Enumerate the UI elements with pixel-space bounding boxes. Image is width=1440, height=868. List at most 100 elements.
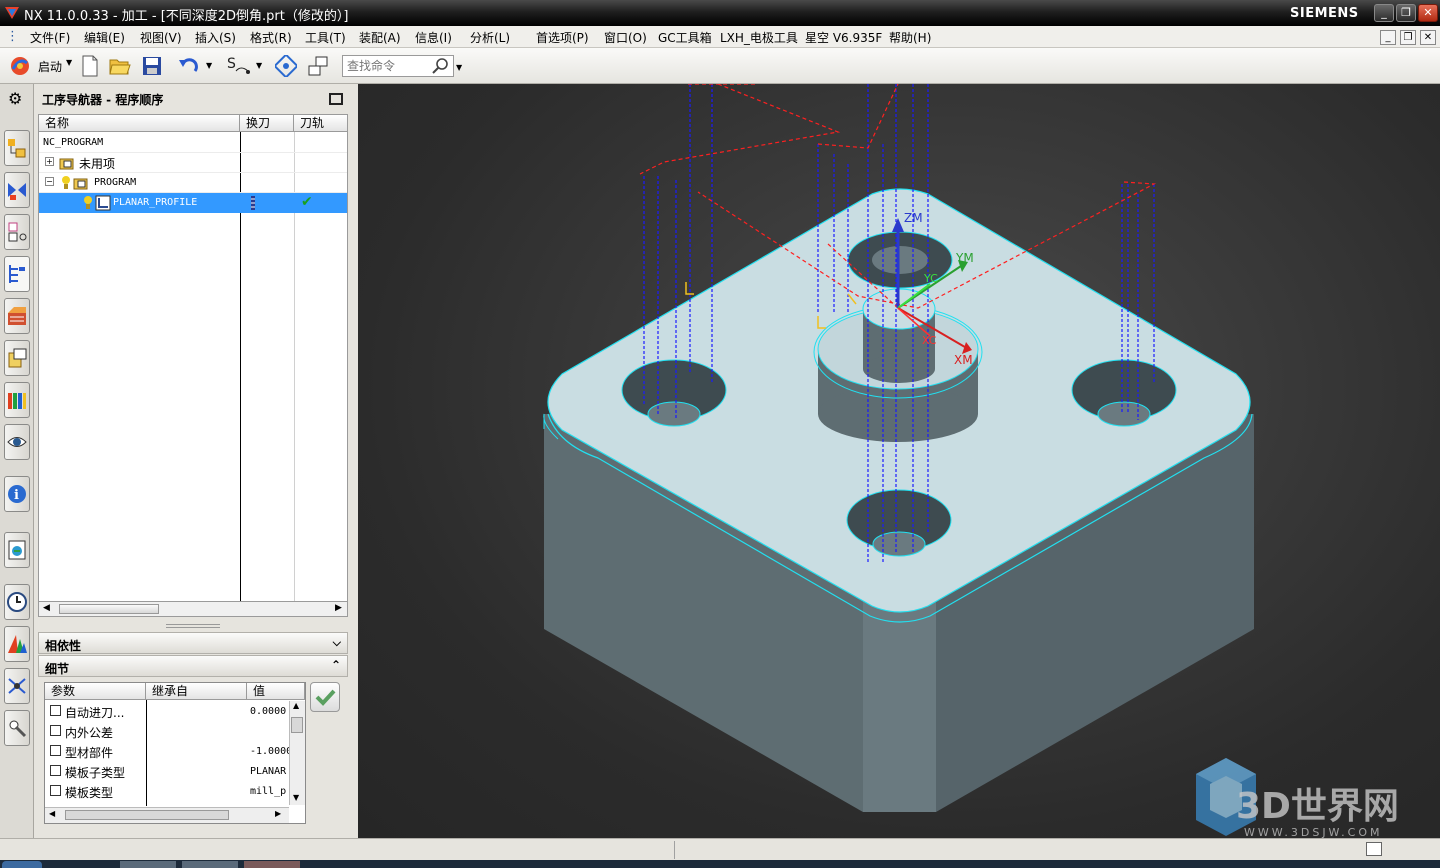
doc-restore-button[interactable]: ❐ xyxy=(1400,30,1416,45)
maximize-button[interactable]: ❐ xyxy=(1396,4,1416,22)
menu-window[interactable]: 窗口(O) xyxy=(604,29,647,46)
column-header-tool-change[interactable]: 换刀 xyxy=(240,115,294,132)
expand-toggle-icon[interactable]: + xyxy=(45,157,54,166)
param-checkbox[interactable] xyxy=(50,725,61,736)
scroll-down-icon[interactable]: ▼ xyxy=(293,793,299,802)
settings-gear-icon[interactable]: ⚙ xyxy=(8,90,26,108)
collapse-toggle-icon[interactable]: − xyxy=(45,177,54,186)
search-dropdown-icon[interactable]: ▼ xyxy=(456,63,462,72)
param-row[interactable]: 型材部件 -1.0000 xyxy=(45,741,305,761)
scroll-thumb[interactable] xyxy=(291,717,303,733)
scroll-right-icon[interactable]: ▶ xyxy=(335,603,342,613)
tree-row-nc-program[interactable]: NC_PROGRAM xyxy=(39,133,347,153)
resource-geometry-icon[interactable] xyxy=(4,340,30,376)
menu-gc-toolbox[interactable]: GC工具箱 xyxy=(658,29,712,46)
command-finder-icon[interactable]: S xyxy=(226,54,250,78)
doc-minimize-button[interactable]: _ xyxy=(1380,30,1396,45)
param-checkbox[interactable] xyxy=(50,745,61,756)
menu-analysis[interactable]: 分析(L) xyxy=(470,29,510,46)
resource-machine-tool-icon[interactable] xyxy=(4,298,30,334)
param-row[interactable]: 内外公差 xyxy=(45,721,305,741)
menu-view[interactable]: 视图(V) xyxy=(140,29,182,46)
graphics-viewport[interactable]: ZM YM YC XM XC 3D世界网 WWW.3DSJW.COM xyxy=(358,83,1440,839)
panel-splitter[interactable] xyxy=(166,624,220,628)
chevron-down-icon[interactable]: ⌵ xyxy=(333,636,341,650)
resource-info-icon[interactable]: i xyxy=(4,476,30,512)
param-row[interactable]: 自动进刀... 0.0000 xyxy=(45,701,305,721)
scroll-thumb[interactable] xyxy=(65,810,229,820)
details-vertical-scrollbar[interactable]: ▲ ▼ xyxy=(289,701,305,805)
scroll-left-icon[interactable]: ◀ xyxy=(49,809,55,818)
taskbar-app-button[interactable] xyxy=(182,861,238,868)
resource-process-icon[interactable] xyxy=(4,668,30,704)
resource-constraint-icon[interactable] xyxy=(4,172,30,208)
column-header-name[interactable]: 名称 xyxy=(39,115,240,132)
resource-operation-navigator-icon[interactable] xyxy=(4,256,30,292)
resource-palette-icon[interactable] xyxy=(4,626,30,662)
snap-icon[interactable] xyxy=(274,54,298,78)
resource-assembly-icon[interactable] xyxy=(4,130,30,166)
param-checkbox[interactable] xyxy=(50,705,61,716)
column-header-toolpath[interactable]: 刀轨 xyxy=(294,115,347,132)
menu-xingkong[interactable]: 星空 V6.935F xyxy=(805,29,882,46)
finder-dropdown-icon[interactable]: ▼ xyxy=(256,61,262,70)
tree-row-planar-profile[interactable]: PLANAR_PROFILE ✔ xyxy=(39,193,347,213)
details-section-header[interactable]: 细节 ⌃ xyxy=(38,655,348,677)
menu-lxh-electrode[interactable]: LXH_电极工具 xyxy=(720,29,798,46)
undo-dropdown-icon[interactable]: ▼ xyxy=(206,61,212,70)
menu-preferences[interactable]: 首选项(P) xyxy=(536,29,589,46)
taskbar-app-button[interactable] xyxy=(244,861,300,868)
search-icon[interactable] xyxy=(432,57,450,75)
taskbar-start-button[interactable] xyxy=(2,861,42,868)
menu-assembly[interactable]: 装配(A) xyxy=(359,29,401,46)
scroll-thumb[interactable] xyxy=(59,604,159,614)
apply-check-button[interactable] xyxy=(310,682,340,712)
maximize-panel-icon[interactable] xyxy=(329,93,343,105)
dependencies-section-header[interactable]: 相依性 ⌵ xyxy=(38,632,348,654)
scroll-right-icon[interactable]: ▶ xyxy=(275,809,281,818)
new-file-icon[interactable] xyxy=(78,54,102,78)
column-header-inherited-from[interactable]: 继承自 xyxy=(146,683,247,700)
param-row[interactable]: 模板类型 mill_p xyxy=(45,781,305,801)
details-table: 参数 继承自 值 自动进刀... 0.0000 内外公差 型材部件 -1.000… xyxy=(44,682,306,824)
start-button[interactable]: 启动 xyxy=(38,58,62,75)
menu-help[interactable]: 帮助(H) xyxy=(889,29,931,46)
save-icon[interactable] xyxy=(140,54,164,78)
resource-reuse-library-icon[interactable] xyxy=(4,382,30,418)
tree-row-program[interactable]: − PROGRAM xyxy=(39,173,347,193)
start-icon[interactable] xyxy=(8,54,32,78)
resource-web-browser-icon[interactable] xyxy=(4,532,30,568)
resource-visualization-icon[interactable] xyxy=(4,424,30,460)
column-header-value[interactable]: 值 xyxy=(247,683,305,700)
menu-insert[interactable]: 插入(S) xyxy=(195,29,236,46)
resource-part-icon[interactable] xyxy=(4,214,30,250)
scroll-left-icon[interactable]: ◀ xyxy=(43,603,50,613)
tree-horizontal-scrollbar[interactable]: ◀ ▶ xyxy=(38,601,348,617)
menu-file[interactable]: 文件(F) xyxy=(30,29,70,46)
param-row[interactable]: 模板子类型 PLANAR xyxy=(45,761,305,781)
menu-info[interactable]: 信息(I) xyxy=(415,29,452,46)
resource-roles-icon[interactable] xyxy=(4,710,30,746)
resource-history-icon[interactable] xyxy=(4,584,30,620)
menu-tools[interactable]: 工具(T) xyxy=(305,29,346,46)
part-model-graphics[interactable]: ZM YM YC XM XC 3D世界网 WWW.3DSJW.COM xyxy=(358,83,1440,839)
window-layout-icon[interactable] xyxy=(306,54,330,78)
menu-edit[interactable]: 编辑(E) xyxy=(84,29,125,46)
param-checkbox[interactable] xyxy=(50,785,61,796)
chevron-up-icon[interactable]: ⌃ xyxy=(331,658,341,672)
menu-format[interactable]: 格式(R) xyxy=(250,29,292,46)
undo-icon[interactable] xyxy=(176,54,200,78)
status-window-icon[interactable] xyxy=(1366,842,1382,856)
column-header-parameter[interactable]: 参数 xyxy=(45,683,146,700)
start-dropdown-icon[interactable]: ▼ xyxy=(66,58,72,67)
doc-close-button[interactable]: ✕ xyxy=(1420,30,1436,45)
minimize-button[interactable]: _ xyxy=(1374,4,1394,22)
close-button[interactable]: ✕ xyxy=(1418,4,1438,22)
status-bulb-icon xyxy=(84,196,92,209)
taskbar-app-button[interactable] xyxy=(120,861,176,868)
scroll-up-icon[interactable]: ▲ xyxy=(293,701,299,710)
tree-row-unused-items[interactable]: + 未用项 xyxy=(39,153,347,173)
open-folder-icon[interactable] xyxy=(108,54,132,78)
param-checkbox[interactable] xyxy=(50,765,61,776)
details-horizontal-scrollbar[interactable]: ◀ ▶ xyxy=(45,807,289,823)
